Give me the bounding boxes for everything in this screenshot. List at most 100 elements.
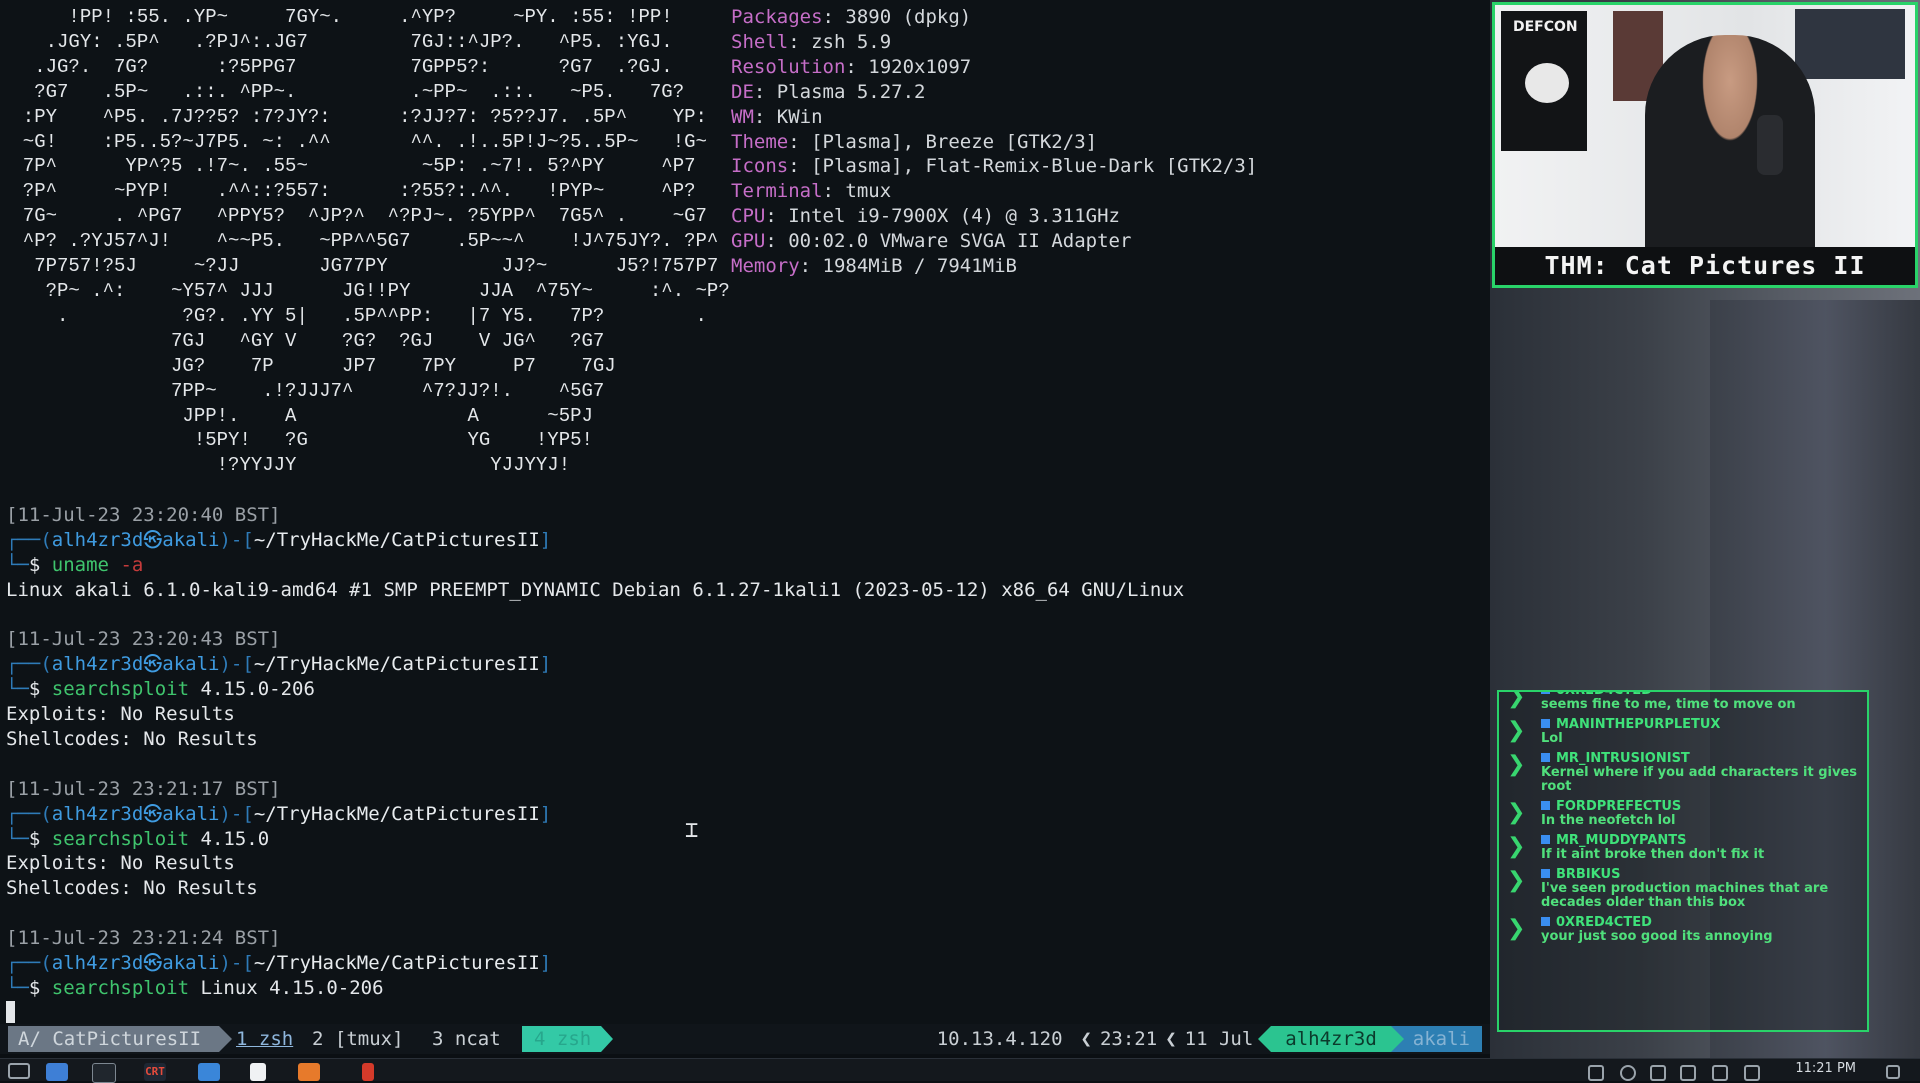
sysinfo-row: Icons: [Plasma], Flat-Remix-Blue-Dark [G… bbox=[731, 155, 1258, 178]
command-args: 4.15.0 bbox=[200, 827, 270, 850]
tmux-window-4-active[interactable]: 4 zsh bbox=[522, 1026, 614, 1052]
prompt-decoration: ┌──( bbox=[6, 528, 52, 551]
subscriber-badge-icon bbox=[1541, 917, 1550, 926]
chat-username-text: BRBIKUS bbox=[1556, 867, 1621, 882]
sysinfo-value: 00:02.0 VMware SVGA II Adapter bbox=[788, 230, 1132, 253]
webcam-frame: DEFCON THM: Cat Pictures II bbox=[1492, 2, 1918, 288]
sysinfo-key: WM bbox=[731, 105, 754, 128]
sysinfo-key: Shell bbox=[731, 30, 789, 53]
chat-username-text: FORDPREFECTUS bbox=[1556, 799, 1682, 814]
chat-text: I've seen production machines that are d… bbox=[1541, 881, 1829, 910]
tmux-session-name[interactable]: A/ CatPicturesII bbox=[8, 1026, 233, 1052]
tmux-window-2[interactable]: 2 [tmux] bbox=[312, 1024, 404, 1054]
tray-icon[interactable] bbox=[1744, 1065, 1760, 1081]
chevron-right-icon: ❯ bbox=[1507, 834, 1526, 859]
command-block: [11-Jul-23 23:20:43 BST] ┌──(alh4zr3d㉿aka… bbox=[6, 627, 1490, 751]
command-block: [11-Jul-23 23:20:40 BST] ┌──(alh4zr3d㉿aka… bbox=[6, 503, 1490, 603]
sysinfo-key: Theme bbox=[731, 130, 789, 153]
sysinfo-row: Terminal: tmux bbox=[731, 180, 892, 203]
sysinfo-value: zsh 5.9 bbox=[811, 30, 892, 53]
chat-username: MR_INTRUSIONIST bbox=[1541, 752, 1867, 766]
taskbar: CRT 11:21 PM bbox=[0, 1058, 1920, 1083]
sysinfo-row: WM: KWin bbox=[731, 105, 823, 128]
burp-suite-icon[interactable] bbox=[298, 1063, 320, 1081]
sysinfo-key: Resolution bbox=[731, 55, 846, 78]
command-line: └─$ searchsploit Linux 4.15.0-206 bbox=[6, 976, 1490, 1001]
command-output: Shellcodes: No Results bbox=[6, 728, 258, 751]
prompt-user-host: alh4zr3d㉿akali bbox=[51, 653, 220, 676]
streamer bbox=[1645, 35, 1815, 265]
wall-poster bbox=[1795, 9, 1905, 79]
subscriber-badge-icon bbox=[1541, 753, 1550, 762]
defcon-flag: DEFCON bbox=[1501, 11, 1587, 151]
chat-message: ❯ MR_INTRUSIONIST Kernel where if you add … bbox=[1499, 752, 1867, 794]
volume-icon[interactable] bbox=[1680, 1065, 1696, 1081]
subscriber-badge-icon bbox=[1541, 835, 1550, 844]
chevron-right-icon: ❯ bbox=[1507, 800, 1526, 825]
subscriber-badge-icon bbox=[1541, 692, 1550, 694]
timestamp: [11-Jul-23 23:21:24 BST] bbox=[6, 927, 281, 950]
kali-menu-icon[interactable] bbox=[8, 1063, 30, 1079]
sysinfo-key: GPU bbox=[731, 230, 766, 253]
terminal-window[interactable]: !PP! :55. .YP~ 7GY~. .^YP? ~PY. :55: !PP… bbox=[0, 0, 1490, 1028]
command-name: searchsploit bbox=[51, 678, 190, 701]
prompt-decoration: ] bbox=[539, 653, 552, 676]
sysinfo-row: Resolution: 1920x1097 bbox=[731, 55, 972, 78]
command-output: Exploits: No Results bbox=[6, 852, 235, 875]
chevron-right-icon: ❯ bbox=[1507, 752, 1526, 777]
defcon-flag-text: DEFCON bbox=[1513, 19, 1578, 35]
network-icon[interactable] bbox=[1712, 1065, 1728, 1081]
terminal-cursor bbox=[6, 1001, 15, 1023]
microphone-icon bbox=[1757, 115, 1783, 175]
desktop-icon[interactable] bbox=[46, 1063, 68, 1081]
tray-icon[interactable] bbox=[1620, 1065, 1636, 1081]
show-desktop-icon[interactable] bbox=[1886, 1065, 1900, 1079]
chat-username-text: 0XRED4CTED bbox=[1556, 915, 1652, 930]
chat-box: ❯ 0XRED4CTED seems fine to me, time to mov… bbox=[1497, 690, 1869, 1032]
prompt-decoration: ] bbox=[539, 528, 552, 551]
prompt-line: ┌──(alh4zr3d㉿akali)-[~/TryHackMe/CatPict… bbox=[6, 528, 1490, 553]
file-manager-icon[interactable] bbox=[198, 1063, 220, 1081]
subscriber-badge-icon bbox=[1541, 801, 1550, 810]
crt-app-icon[interactable]: CRT bbox=[144, 1063, 166, 1081]
prompt-decoration: └─ bbox=[6, 827, 29, 850]
chat-text: If it aint broke then don't fix it bbox=[1541, 847, 1765, 862]
prompt-line: ┌──(alh4zr3d㉿akali)-[~/TryHackMe/CatPict… bbox=[6, 652, 1490, 677]
text-editor-icon[interactable] bbox=[250, 1063, 266, 1081]
terminal-icon[interactable] bbox=[92, 1063, 116, 1083]
chat-text: seems fine to me, time to move on bbox=[1541, 697, 1796, 712]
prompt-symbol: $ bbox=[28, 553, 41, 576]
chat-message: ❯ BRBIKUS I've seen production machines th… bbox=[1499, 868, 1867, 910]
tmux-window-1[interactable]: 1 zsh bbox=[236, 1024, 293, 1054]
timestamp: [11-Jul-23 23:21:17 BST] bbox=[6, 777, 281, 800]
chat-message: ❯ 0XRED4CTED your just soo good its annoyi… bbox=[1499, 916, 1867, 944]
prompt-path: ~/TryHackMe/CatPicturesII bbox=[253, 528, 540, 551]
mouse-ibeam-cursor-icon: ⌶ bbox=[685, 818, 699, 843]
chevron-left-icon: ❮ bbox=[1165, 1028, 1177, 1050]
command-name: searchsploit bbox=[51, 827, 190, 850]
chat-username: MANINTHEPURPLETUX bbox=[1541, 718, 1867, 732]
tmux-status-bar: A/ CatPicturesII 1 zsh 2 [tmux] 3 ncat 4… bbox=[0, 1024, 1490, 1054]
timestamp: [11-Jul-23 23:20:43 BST] bbox=[6, 628, 281, 651]
sysinfo-row: Theme: [Plasma], Breeze [GTK2/3] bbox=[731, 130, 1098, 153]
tmux-window-3[interactable]: 3 ncat bbox=[432, 1024, 501, 1054]
tmux-date: 11 Jul bbox=[1184, 1028, 1254, 1050]
sysinfo-row: Memory: 1984MiB / 7941MiB bbox=[731, 255, 1017, 278]
chat-username: BRBIKUS bbox=[1541, 868, 1867, 882]
app-icon[interactable] bbox=[362, 1063, 374, 1081]
chevron-right-icon: ❯ bbox=[1507, 916, 1526, 941]
chat-username: FORDPREFECTUS bbox=[1541, 800, 1867, 814]
prompt-decoration: ┌──( bbox=[6, 653, 52, 676]
chevron-left-icon: ❮ bbox=[1080, 1028, 1092, 1050]
tray-icon[interactable] bbox=[1650, 1065, 1666, 1081]
command-output: Linux akali 6.1.0-kali9-amd64 #1 SMP PRE… bbox=[6, 578, 1185, 601]
prompt-decoration: └─ bbox=[6, 976, 29, 999]
command-block: [11-Jul-23 23:21:17 BST] ┌──(alh4zr3d㉿aka… bbox=[6, 777, 1490, 901]
sysinfo-key: Packages bbox=[731, 6, 823, 28]
tray-icon[interactable] bbox=[1588, 1065, 1604, 1081]
sysinfo-value: 1984MiB / 7941MiB bbox=[822, 255, 1017, 278]
sysinfo-value: Plasma 5.27.2 bbox=[776, 80, 926, 103]
taskbar-clock[interactable]: 11:21 PM bbox=[1795, 1061, 1856, 1076]
chat-username: MR_MUDDYPANTS bbox=[1541, 834, 1867, 848]
prompt-decoration: )-[ bbox=[219, 653, 254, 676]
